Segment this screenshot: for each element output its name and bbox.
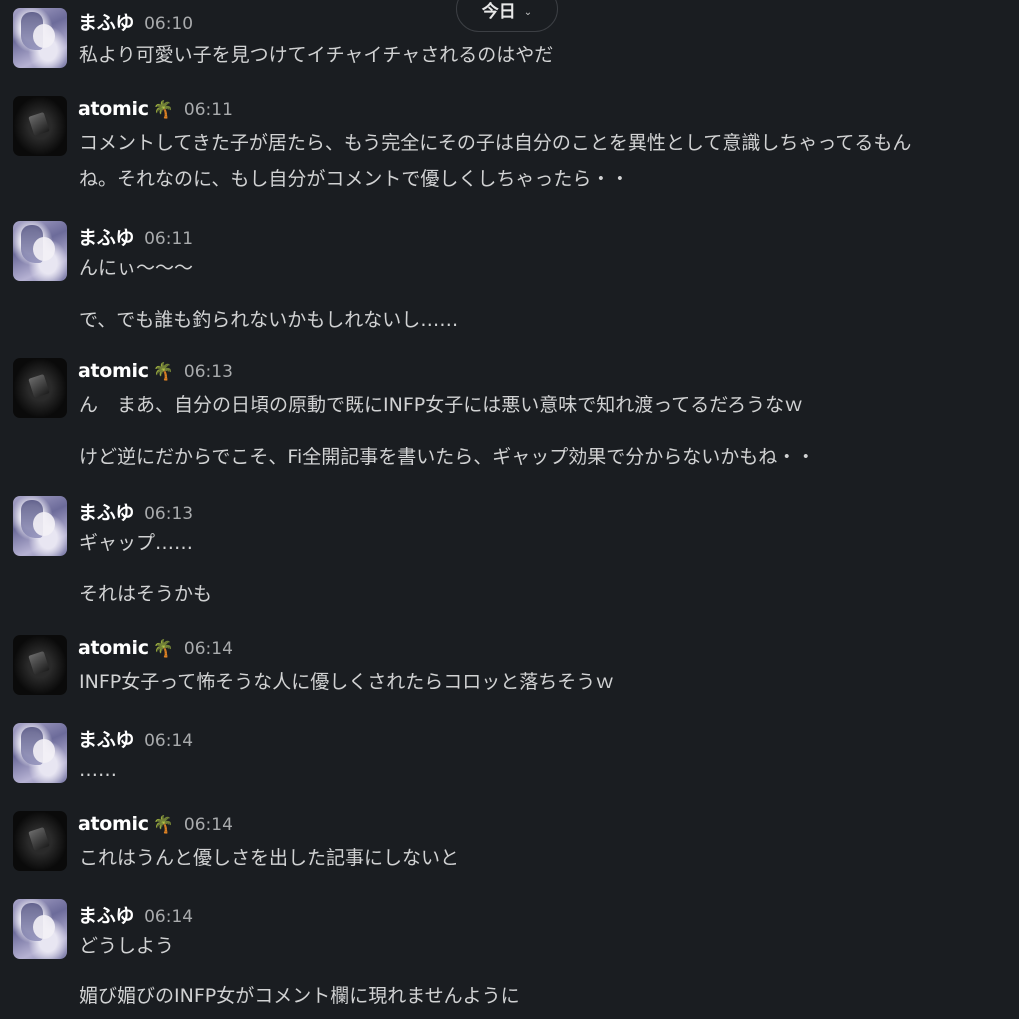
timestamp[interactable]: 06:14	[144, 907, 193, 927]
message-text: けど逆にだからでこそ、Fi全開記事を書いたら、ギャップ効果で分からないかもね・・	[79, 446, 816, 468]
author-name[interactable]: atomic	[78, 98, 149, 120]
author-name[interactable]: まふゆ	[78, 223, 134, 250]
author-name[interactable]: atomic	[78, 637, 149, 659]
palm-tree-icon: 🌴	[152, 639, 174, 659]
atomic-avatar[interactable]	[13, 96, 67, 156]
mafuyu-avatar[interactable]	[13, 723, 67, 783]
message-text: ……	[79, 759, 117, 781]
chevron-down-icon: ⌄	[523, 7, 533, 18]
timestamp[interactable]: 06:11	[184, 100, 233, 120]
message-text: で、でも誰も釣られないかもしれないし……	[79, 309, 459, 331]
timestamp[interactable]: 06:14	[184, 815, 233, 835]
timestamp[interactable]: 06:13	[184, 362, 233, 382]
date-divider-button[interactable]: 今日 ⌄	[456, 0, 558, 32]
message-text: どうしよう	[79, 935, 175, 957]
mafuyu-avatar[interactable]	[13, 8, 67, 68]
timestamp[interactable]: 06:10	[144, 14, 193, 34]
author-name[interactable]: まふゆ	[78, 901, 134, 928]
timestamp[interactable]: 06:13	[144, 504, 193, 524]
author-name[interactable]: atomic	[78, 360, 149, 382]
mafuyu-avatar[interactable]	[13, 496, 67, 556]
message-text: んにぃ〜〜〜	[79, 257, 194, 279]
author-name[interactable]: atomic	[78, 813, 149, 835]
mafuyu-avatar[interactable]	[13, 899, 67, 959]
author-name[interactable]: まふゆ	[78, 8, 134, 35]
mafuyu-avatar[interactable]	[13, 221, 67, 281]
timestamp[interactable]: 06:14	[144, 731, 193, 751]
palm-tree-icon: 🌴	[152, 100, 174, 120]
message-text: これはうんと優しさを出した記事にしないと	[79, 847, 460, 869]
palm-tree-icon: 🌴	[152, 362, 174, 382]
atomic-avatar[interactable]	[13, 811, 67, 871]
message-text: ギャップ……	[79, 532, 194, 554]
timestamp[interactable]: 06:11	[144, 229, 193, 249]
atomic-avatar[interactable]	[13, 635, 67, 695]
message-text: ん まあ、自分の日頃の原動で既にINFP女子には悪い意味で知れ渡ってるだろうなｗ	[79, 394, 804, 416]
message-text: INFP女子って怖そうな人に優しくされたらコロッと落ちそうｗ	[79, 671, 615, 693]
palm-tree-icon: 🌴	[152, 815, 174, 835]
message-text: それはそうかも	[79, 583, 213, 605]
date-divider-label: 今日	[481, 2, 516, 22]
author-name[interactable]: まふゆ	[78, 498, 134, 525]
author-name[interactable]: まふゆ	[78, 725, 134, 752]
message-text: 媚び媚びのINFP女がコメント欄に現れませんように	[79, 985, 520, 1007]
atomic-avatar[interactable]	[13, 358, 67, 418]
timestamp[interactable]: 06:14	[184, 639, 233, 659]
message-text: 私より可愛い子を見つけてイチャイチャされるのはやだ	[79, 44, 554, 66]
message-text: コメントしてきた子が居たら、もう完全にその子は自分のことを異性として意識しちゃっ…	[79, 132, 912, 154]
message-text: ね。それなのに、もし自分がコメントで優しくしちゃったら・・	[79, 168, 630, 190]
